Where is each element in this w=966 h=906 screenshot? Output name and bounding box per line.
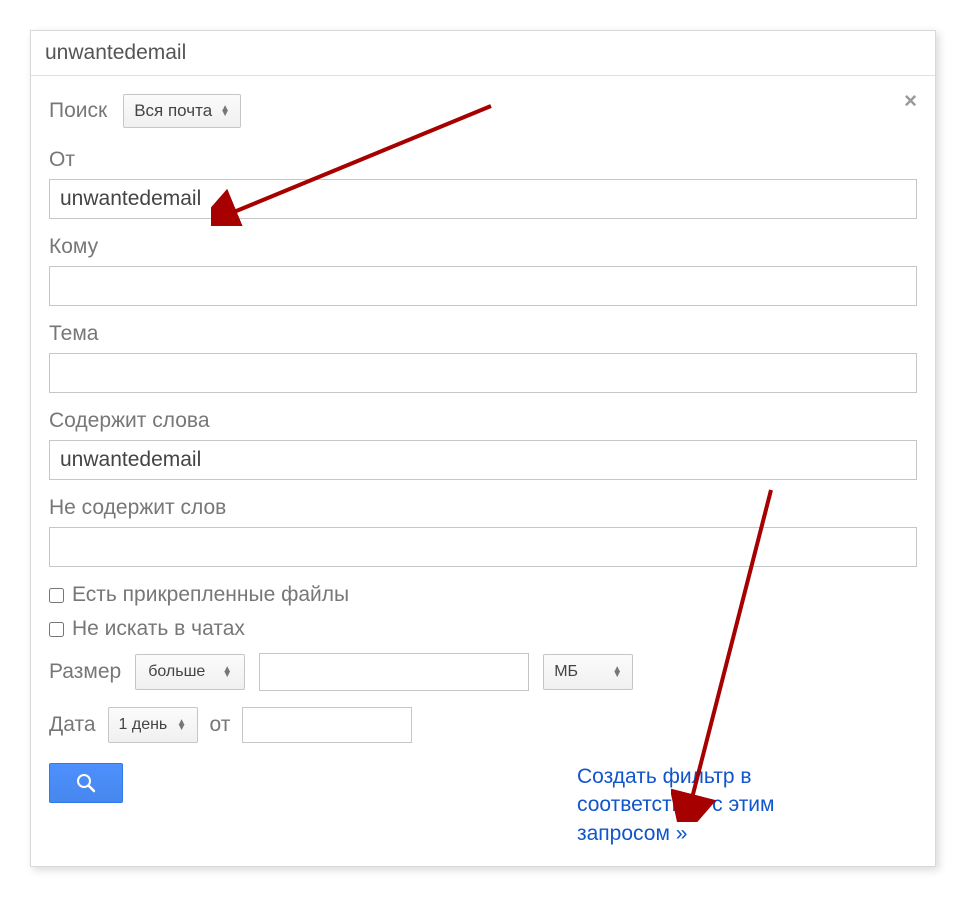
search-scope-row: Поиск Вся почта ▲▼ bbox=[49, 94, 917, 128]
has-attachment-checkbox[interactable] bbox=[49, 588, 64, 603]
has-words-field-block: Содержит слова bbox=[49, 409, 917, 480]
search-scope-dropdown[interactable]: Вся почта ▲▼ bbox=[123, 94, 241, 128]
doesnt-have-input[interactable] bbox=[49, 527, 917, 567]
date-range-dropdown[interactable]: 1 день ▲▼ bbox=[108, 707, 198, 743]
size-unit-dropdown[interactable]: МБ ▲▼ bbox=[543, 654, 633, 690]
updown-icon: ▲▼ bbox=[222, 667, 232, 677]
top-bar-title: unwantedemail bbox=[45, 41, 186, 64]
size-label: Размер bbox=[49, 660, 121, 684]
skip-chats-label: Не искать в чатах bbox=[72, 617, 245, 641]
doesnt-have-label: Не содержит слов bbox=[49, 496, 917, 520]
size-operator-value: больше bbox=[148, 663, 205, 681]
has-words-label: Содержит слова bbox=[49, 409, 917, 433]
top-bar: unwantedemail bbox=[31, 31, 935, 76]
has-attachment-row: Есть прикрепленные файлы bbox=[49, 583, 917, 607]
content-area: × Поиск Вся почта ▲▼ От Кому Тема Содерж… bbox=[31, 76, 935, 866]
from-input[interactable] bbox=[49, 179, 917, 219]
from-field-block: От bbox=[49, 148, 917, 219]
close-icon[interactable]: × bbox=[904, 90, 917, 112]
date-from-input[interactable] bbox=[242, 707, 412, 743]
skip-chats-checkbox[interactable] bbox=[49, 622, 64, 637]
size-operator-dropdown[interactable]: больше ▲▼ bbox=[135, 654, 245, 690]
date-row: Дата 1 день ▲▼ от bbox=[49, 707, 917, 743]
search-scope-value: Вся почта bbox=[134, 101, 212, 121]
size-unit-value: МБ bbox=[554, 663, 578, 681]
size-row: Размер больше ▲▼ МБ ▲▼ bbox=[49, 653, 917, 691]
date-label: Дата bbox=[49, 713, 96, 737]
updown-icon: ▲▼ bbox=[612, 667, 622, 677]
subject-input[interactable] bbox=[49, 353, 917, 393]
updown-icon: ▲▼ bbox=[177, 720, 187, 730]
has-words-input[interactable] bbox=[49, 440, 917, 480]
bottom-row: Создать фильтр в соответствии с этим зап… bbox=[49, 763, 917, 848]
subject-label: Тема bbox=[49, 322, 917, 346]
skip-chats-row: Не искать в чатах bbox=[49, 617, 917, 641]
has-attachment-label: Есть прикрепленные файлы bbox=[72, 583, 349, 607]
to-label: Кому bbox=[49, 235, 917, 259]
to-input[interactable] bbox=[49, 266, 917, 306]
magnifier-icon bbox=[76, 773, 96, 793]
to-field-block: Кому bbox=[49, 235, 917, 306]
search-button[interactable] bbox=[49, 763, 123, 803]
search-label: Поиск bbox=[49, 99, 107, 123]
subject-field-block: Тема bbox=[49, 322, 917, 393]
size-value-input[interactable] bbox=[259, 653, 529, 691]
doesnt-have-field-block: Не содержит слов bbox=[49, 496, 917, 567]
from-label: От bbox=[49, 148, 917, 172]
date-from-label: от bbox=[210, 713, 231, 737]
search-filter-panel: unwantedemail × Поиск Вся почта ▲▼ От Ко… bbox=[30, 30, 936, 867]
date-range-value: 1 день bbox=[119, 716, 168, 734]
create-filter-link[interactable]: Создать фильтр в соответствии с этим зап… bbox=[577, 763, 857, 848]
updown-icon: ▲▼ bbox=[220, 106, 230, 116]
